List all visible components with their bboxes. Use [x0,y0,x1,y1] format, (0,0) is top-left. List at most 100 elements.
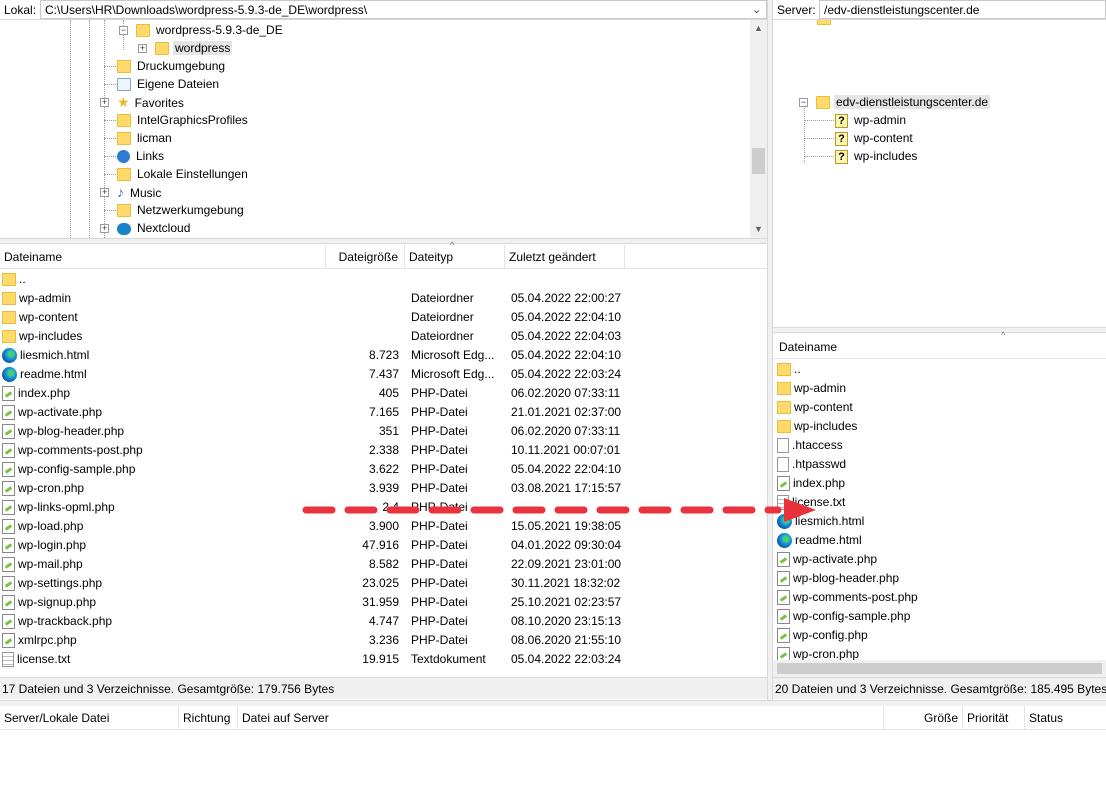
table-row[interactable]: wp-activate.php [773,550,1106,569]
table-row[interactable]: wp-comments-post.php 2.338 PHP-Datei 10.11.… [0,441,767,460]
file-name: wp-admin [19,291,72,305]
table-row[interactable]: wp-settings.php 23.025 PHP-Datei 30.11.2021… [0,574,767,593]
file-size: 7.437 [368,367,399,381]
tree-item-favorites[interactable]: ★ Favorites [117,93,186,111]
tree-item-music[interactable]: ♪ Music [117,183,163,201]
tree-item-netzwerkumgebung[interactable]: Netzwerkumgebung [117,201,246,219]
tree-item-eigene-dateien[interactable]: Eigene Dateien [117,75,221,93]
collapse-wordpress-5-9-3-icon[interactable]: − [119,26,128,35]
queue-column-remote-file[interactable]: Datei auf Server [238,706,884,730]
remote-path-label: Server: [777,3,816,17]
table-row[interactable]: wp-comments-post.php [773,588,1106,607]
tree-item-edv-dienstleistungscenter[interactable]: edv-dienstleistungscenter.de [816,93,991,111]
remote-column-header-filename[interactable]: Dateiname [773,335,1106,359]
table-row[interactable]: wp-includes Dateiordner 05.04.2022 22:04:0… [0,327,767,346]
edge-html-icon [2,367,17,383]
table-row[interactable]: wp-activate.php 7.165 PHP-Datei 21.01.2021 … [0,403,767,422]
table-row[interactable]: liesmich.html 8.723 Microsoft Edg... 05.04.… [0,346,767,365]
file-name: wp-trackback.php [18,614,113,628]
table-row[interactable]: wp-admin [773,379,1106,398]
local-tree-scrollbar[interactable]: ▲ ▼ [750,20,767,238]
table-row[interactable]: readme.html 7.437 Microsoft Edg... 05.04.20… [0,365,767,384]
remote-horizontal-scrollbar[interactable] [773,660,1106,677]
table-row[interactable]: wp-blog-header.php [773,569,1106,588]
file-size: 31.959 [362,595,399,609]
file-name: wp-includes [794,419,858,433]
scroll-thumb[interactable] [777,663,1102,674]
column-header-filetype[interactable]: Dateityp [405,245,505,269]
file-name: index.php [793,476,846,490]
column-header-modified[interactable]: Zuletzt geändert [505,245,625,269]
file-modified: 05.04.2022 22:04:03 [511,329,622,343]
table-row[interactable]: wp-config.php [773,626,1106,645]
table-row[interactable]: wp-cron.php [773,645,1106,660]
scroll-up-arrow-icon[interactable]: ▲ [750,20,767,37]
queue-column-size[interactable]: Größe [884,706,963,730]
table-row[interactable]: wp-content Dateiordner 05.04.2022 22:04:10 [0,308,767,327]
sort-indicator-icon: ^ [450,240,455,250]
queue-column-direction[interactable]: Richtung [179,706,238,730]
table-row[interactable]: wp-config-sample.php 3.622 PHP-Datei 05.04.… [0,460,767,479]
tree-item-remote-wp-includes[interactable]: ? wp-includes [835,147,919,165]
table-row[interactable]: wp-includes [773,417,1106,436]
table-row[interactable]: wp-blog-header.php 351 PHP-Datei 06.02.2020… [0,422,767,441]
file-name: xmlrpc.php [18,633,77,647]
table-row[interactable]: wp-mail.php 8.582 PHP-Datei 22.09.2021 23:0… [0,555,767,574]
folder-icon [136,24,150,38]
table-row[interactable]: readme.html [773,531,1106,550]
tree-item-wordpress-5-9-3[interactable]: wordpress-5.9.3-de_DE [136,21,285,39]
collapse-edv-dienstleistungscenter-icon[interactable]: − [799,98,808,107]
expand-wordpress-icon[interactable]: + [138,44,147,53]
table-row[interactable]: index.php 405 PHP-Datei 06.02.2020 07:33:11 [0,384,767,403]
local-file-list: .. wp-admin Dateiordner 05.04.2022 22:00:27… [0,270,767,670]
local-directory-tree: − wordpress-5.9.3-de_DE + wordpress Druc… [0,20,767,238]
table-row[interactable]: .htaccess [773,436,1106,455]
table-row[interactable]: index.php [773,474,1106,493]
file-type: Microsoft Edg... [411,348,495,362]
expand-nextcloud-icon[interactable]: + [100,224,109,233]
local-path-input[interactable]: C:\Users\HR\Downloads\wordpress-5.9.3-de… [40,0,767,19]
tree-item-wordpress[interactable]: wordpress [155,39,233,57]
column-header-filesize[interactable]: Dateigröße [326,245,405,269]
file-type: PHP-Datei [411,557,468,571]
table-row[interactable]: .htpasswd [773,455,1106,474]
table-row[interactable]: .. [0,270,767,289]
table-row[interactable]: wp-content [773,398,1106,417]
file-size: 3.622 [368,462,399,476]
tree-item-remote-wp-admin[interactable]: ? wp-admin [835,111,908,129]
queue-column-status[interactable]: Status [1025,706,1106,730]
table-row[interactable]: license.txt [773,493,1106,512]
table-row[interactable]: wp-login.php 47.916 PHP-Datei 04.01.2022 09… [0,536,767,555]
unknown-folder-icon: ? [835,131,848,146]
tree-item-druckumgebung[interactable]: Druckumgebung [117,57,227,75]
table-row[interactable]: liesmich.html [773,512,1106,531]
tree-item-intelgraphicsprofiles[interactable]: IntelGraphicsProfiles [117,111,250,129]
column-header-filename[interactable]: Dateiname [0,245,326,269]
remote-path-input[interactable]: /edv-dienstleistungscenter.de [819,0,1106,19]
php-file-icon [2,557,15,573]
table-row[interactable]: wp-admin Dateiordner 05.04.2022 22:00:27 [0,289,767,308]
queue-column-priority[interactable]: Priorität [963,706,1025,730]
scroll-down-arrow-icon[interactable]: ▼ [750,221,767,238]
table-row[interactable]: license.txt 19.915 Textdokument 05.04.2022 … [0,650,767,669]
tree-item-lokale-einstellungen[interactable]: Lokale Einstellungen [117,165,250,183]
table-row[interactable]: wp-trackback.php 4.747 PHP-Datei 08.10.2020… [0,612,767,631]
tree-item-nextcloud[interactable]: Nextcloud [117,219,192,237]
table-row[interactable]: wp-signup.php 31.959 PHP-Datei 25.10.2021 0… [0,593,767,612]
scroll-thumb[interactable] [752,148,765,174]
local-path-dropdown-icon[interactable]: ⌄ [752,3,761,16]
tree-item-remote-wp-content[interactable]: ? wp-content [835,129,915,147]
tree-item-links[interactable]: Links [117,147,166,165]
table-row[interactable]: xmlrpc.php 3.236 PHP-Datei 08.06.2020 21:55… [0,631,767,650]
file-modified: 06.02.2020 07:33:11 [511,424,621,438]
queue-column-local-file[interactable]: Server/Lokale Datei [0,706,179,730]
file-modified: 30.11.2021 18:32:02 [511,576,621,590]
table-row[interactable]: .. [773,360,1106,379]
expand-favorites-icon[interactable]: + [100,98,109,107]
expand-music-icon[interactable]: + [100,188,109,197]
table-row[interactable]: wp-config-sample.php [773,607,1106,626]
folder-icon [117,60,131,74]
file-size: 8.582 [368,557,399,571]
php-file-icon [2,386,15,402]
tree-item-licman[interactable]: licman [117,129,174,147]
